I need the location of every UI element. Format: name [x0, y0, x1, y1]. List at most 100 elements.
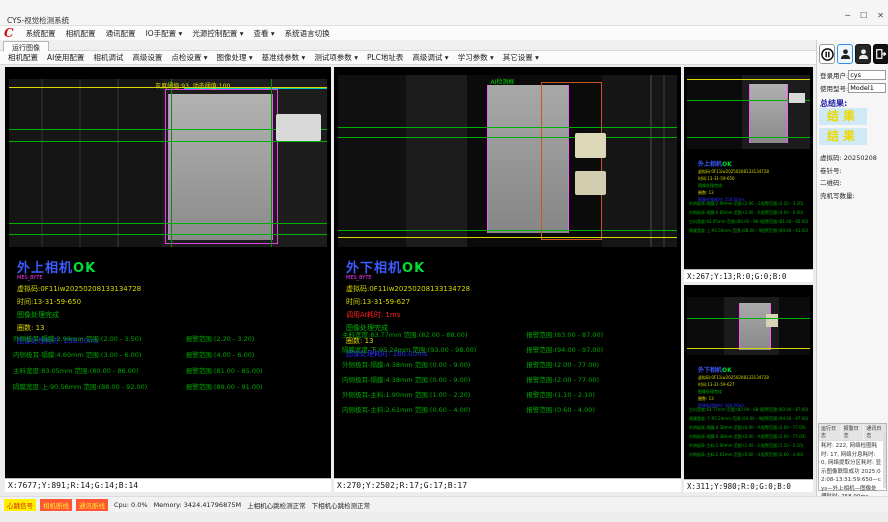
baseline-yellow-line	[687, 79, 810, 80]
measurement-row: 外侧极耳-主料:1.90mm 范围:(1.00 - 2.20)报警范围:(1.1…	[689, 443, 809, 449]
alarm-range: 报警范围:(89.00 - 91.00)	[186, 381, 327, 391]
alarm-range: 报警范围:(2.00 - 77.00)	[761, 425, 809, 431]
measurement-row: 外侧极耳-隔膜:4.38mm 范围:(0.00 - 9.00)报警范围:(2.0…	[342, 359, 677, 369]
alarm-range: 报警范围:(0.60 - 4.00)	[761, 452, 809, 458]
tool-baseline-params[interactable]: 基准线参数 ▾	[262, 52, 306, 63]
roi-outline-magenta	[165, 89, 278, 244]
measure-text: 内侧极耳-隔膜:4.60mm 范围:(3.00 - 6.00)	[13, 349, 186, 359]
camera1-thumbnail-panel: 外上相机OK 虚拟码:0F11iw20250208133134728 时间:13…	[684, 67, 813, 282]
baseline-yellow-line	[687, 348, 810, 349]
camera1-thumbnail-image[interactable]	[687, 75, 810, 149]
alarm-range: 报警范围:(81.00 - 85.00)	[761, 219, 809, 225]
alarm-range: 报警范围:(2.20 - 3.20)	[186, 333, 327, 343]
log-scrollbar[interactable]	[883, 432, 886, 488]
log-tab-alarm[interactable]: 报警日志	[842, 424, 864, 440]
menu-system-config[interactable]: 系统配置	[26, 28, 56, 39]
maximize-button[interactable]: ☐	[860, 11, 867, 21]
measurement-row: 主料宽度:83.05mm 范围:(80.00 - 86.00)报警范围:(81.…	[689, 219, 809, 225]
barcode: 虚拟码:0F11iw20250208133134728	[698, 169, 769, 175]
tool-camera-config[interactable]: 相机配置	[8, 52, 38, 63]
measure-text: 主料宽度:83.77mm 范围:(82.00 - 88.00)	[689, 407, 761, 413]
measurement-row: 内侧极耳-隔膜:4.60mm 范围:(3.00 - 6.00)报警范围:(4.0…	[689, 210, 809, 216]
measurement-row: 外侧极耳-隔膜:4.38mm 范围:(0.00 - 9.00)报警范围:(2.0…	[689, 425, 809, 431]
time: 时间:13-31-59-627	[698, 382, 769, 388]
machine-band-mid	[406, 75, 467, 247]
tool-camera-debug[interactable]: 相机调试	[93, 52, 123, 63]
measure-text: 内侧极耳-隔膜:4.38mm 范围:(0.00 - 9.00)	[342, 374, 526, 384]
alarm-range: 报警范围:(2.00 - 77.00)	[526, 359, 677, 369]
done: 图像处理完成	[698, 183, 769, 189]
measure-line-green	[687, 137, 810, 138]
measure-line-green	[9, 141, 327, 142]
upper-camera-heartbeat: 上相机心跳检测正常	[247, 500, 306, 510]
app-window: CYS-视觉检测系统 ─ ☐ ✕ C 系统配置 相机配置 通讯配置 IO手配置 …	[0, 0, 888, 522]
model-input[interactable]	[848, 83, 886, 93]
camera-title: 外下相机	[698, 367, 722, 374]
menu-io-config[interactable]: IO手配置 ▾	[146, 28, 183, 39]
tool-plc-address[interactable]: PLC地址表	[367, 52, 403, 63]
camera1-cursor-readout: X:7677;Y:891;R:14;G:14;B:14	[5, 478, 331, 492]
alarm-range: 报警范围:(1.10 - 2.10)	[526, 389, 677, 399]
tool-spot-check[interactable]: 点检设置 ▾	[171, 52, 207, 63]
log-tab-run[interactable]: 运行日志	[819, 424, 841, 440]
model-row: 使用型号:	[820, 83, 885, 93]
menu-language-switch[interactable]: 系统语言切换	[285, 28, 330, 39]
bright-spot	[766, 314, 778, 327]
camera1-status: OK	[73, 261, 96, 276]
alarm-range: 报警范围:(4.00 - 6.00)	[761, 210, 809, 216]
window-title: CYS-视觉检测系统	[7, 15, 69, 26]
alarm-range: 报警范围:(94.00 - 97.00)	[761, 416, 809, 422]
menu-view[interactable]: 查看 ▾	[253, 28, 274, 39]
exit-icon	[875, 48, 887, 60]
measure-line-green	[687, 318, 810, 319]
alarm-range: 报警范围:(94.00 - 97.00)	[526, 344, 677, 354]
close-button[interactable]: ✕	[877, 11, 884, 21]
menu-light-config[interactable]: 光源控制配置 ▾	[192, 28, 243, 39]
menu-camera-config[interactable]: 相机配置	[66, 28, 96, 39]
login-user-input[interactable]	[848, 70, 886, 80]
tool-test-params[interactable]: 测试项参数 ▾	[314, 52, 358, 63]
measure-text: 内侧极耳-隔膜:4.38mm 范围:(0.00 - 9.00)	[689, 434, 761, 440]
virtual-code-label: 虚拟码:	[820, 154, 842, 162]
tool-advanced-debug[interactable]: 高级调试 ▾	[412, 52, 448, 63]
memory-usage: Memory: 3424.41796875M	[154, 501, 242, 509]
measure-text: 外侧极耳-主料:1.90mm 范围:(1.00 - 2.20)	[342, 389, 526, 399]
tool-other-settings[interactable]: 其它设置 ▾	[503, 52, 539, 63]
camera1-done: 图像处理完成	[17, 310, 141, 320]
menu-comm-config[interactable]: 通讯配置	[106, 28, 136, 39]
pause-button[interactable]	[819, 44, 835, 64]
tool-advanced-settings[interactable]: 高级设置	[132, 52, 162, 63]
measure-line-green	[338, 137, 677, 138]
tool-learning-params[interactable]: 学习参数 ▾	[458, 52, 494, 63]
minimize-button[interactable]: ─	[845, 11, 850, 21]
tool-image-processing[interactable]: 图像处理 ▾	[217, 52, 253, 63]
camera2-measurements: 主料宽度:83.77mm 范围:(82.00 - 88.00)报警范围:(83.…	[342, 329, 677, 419]
camera2-image[interactable]: AI检测框	[338, 75, 677, 247]
log-tabs: 运行日志 报警日志 通讯日志	[819, 424, 886, 441]
measure-line-green	[9, 234, 327, 235]
machine-slat	[663, 75, 665, 247]
log-box: 运行日志 报警日志 通讯日志 耗时: 222, 网络检圈耗时: 17, 网络分息…	[818, 423, 887, 491]
tab-strip: 运行图像	[0, 40, 888, 51]
measurement-row: 隔膜宽度-下:95.24mm 范围:(93.00 - 98.00)报警范围:(9…	[689, 416, 809, 422]
camera1-thumbnail-cursor-readout: X:267;Y:13;R:0;G:0;B:0	[684, 269, 813, 282]
tab-run-image[interactable]: 运行图像	[3, 41, 49, 51]
ai-detect-rect-orange	[541, 82, 602, 240]
log-text: 耗时: 222, 网络检圈耗时: 17, 网络分息耗时: 0, 网络提取分区耗时…	[819, 441, 886, 503]
camera2-thumbnail-image[interactable]	[687, 297, 810, 355]
measure-text: 内侧极耳-主料:2.61mm 范围:(0.60 - 4.00)	[689, 452, 761, 458]
needle-number-label: 卷针号:	[820, 167, 842, 175]
camera2-thumbnail-info: 外下相机OK 虚拟码:0F11iw20250208133134728 时间:13…	[698, 365, 769, 409]
camera1-time: 时间:13-31-59-650	[17, 297, 141, 307]
tool-ai-config[interactable]: AI使用配置	[47, 52, 84, 63]
camera1-image[interactable]: 灰度阈值:93, 动态阈值:100	[9, 79, 327, 247]
login-user-button[interactable]	[837, 44, 853, 64]
login-user-label: 登录用户:	[820, 70, 848, 80]
exit-button[interactable]	[873, 44, 888, 64]
operator-user-button[interactable]	[855, 44, 871, 64]
camera1-measurements: 外侧极耳-隔膜:2.99mm 范围:(2.00 - 3.50)报警范围:(2.2…	[13, 333, 327, 397]
measurement-row: 隔膜宽度-上:90.56mm 范围:(88.00 - 92.00)报警范围:(8…	[13, 381, 327, 391]
ai-box-label: AI检测框	[491, 77, 515, 86]
measurement-row: 隔膜宽度-上:90.56mm 范围:(88.00 - 92.00)报警范围:(8…	[689, 228, 809, 234]
comm-disconnect-badge: 通讯断线	[76, 499, 108, 511]
